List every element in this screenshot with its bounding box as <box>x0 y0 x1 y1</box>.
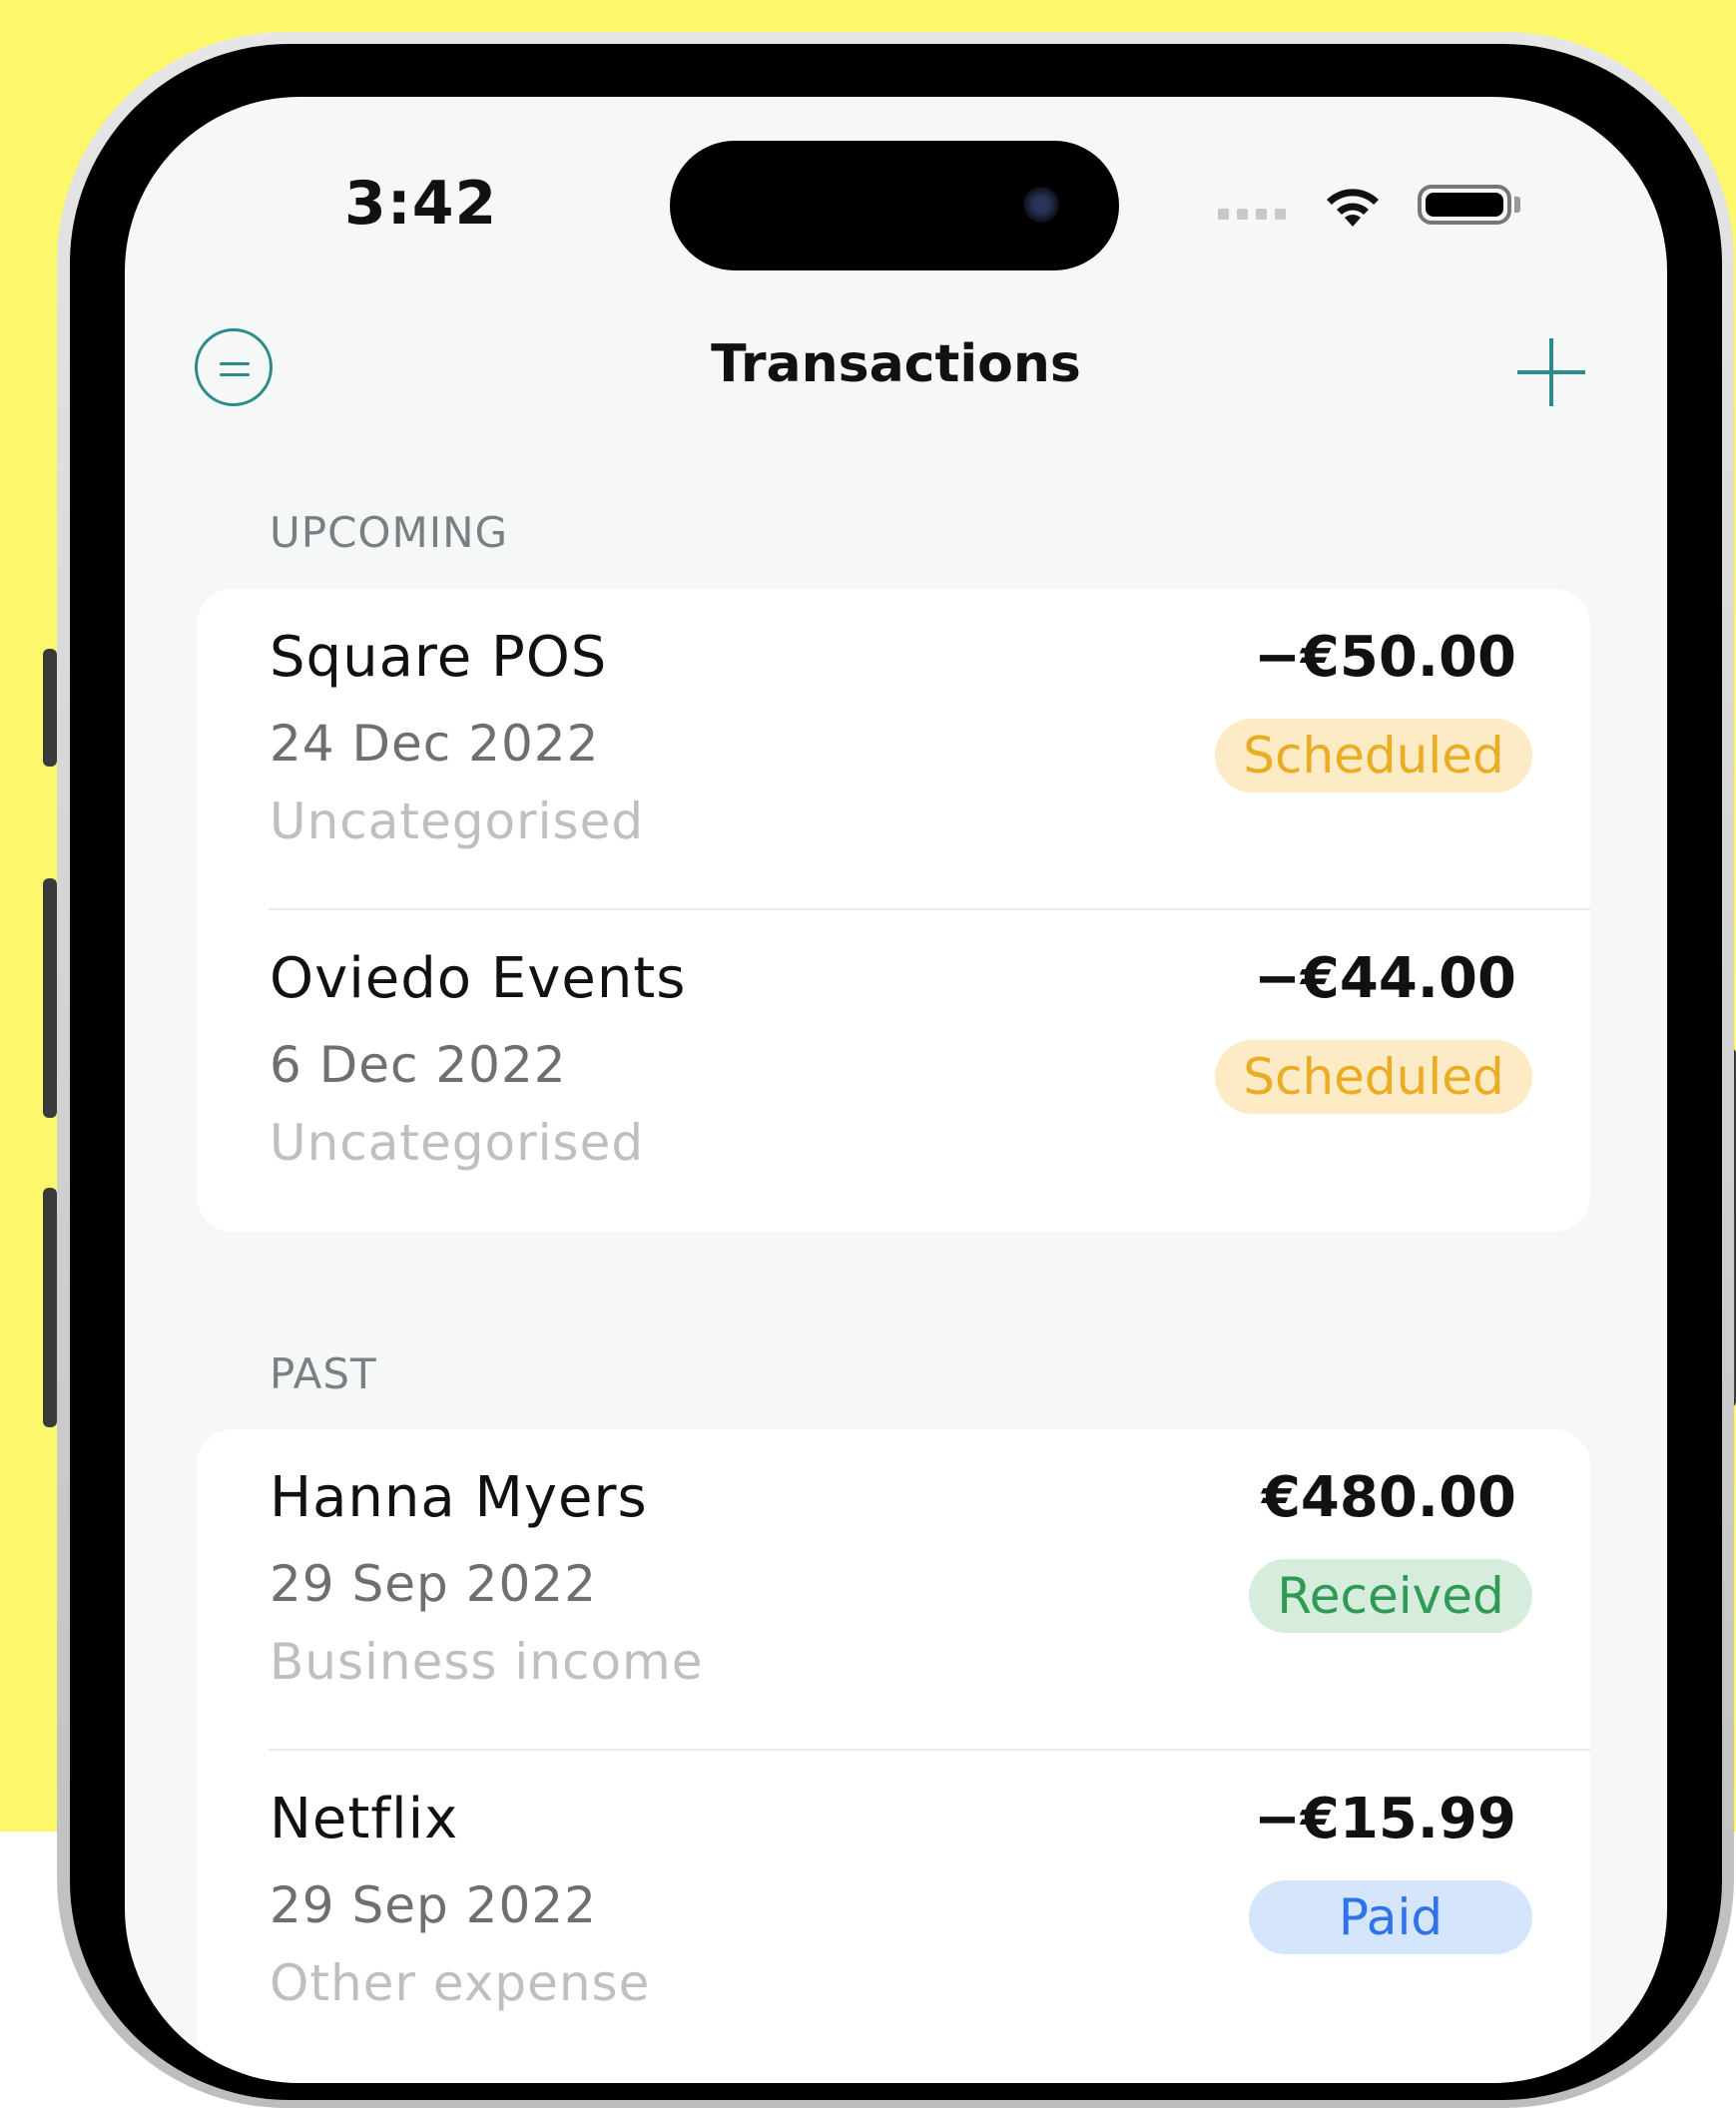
cellular-signal-icon <box>1218 209 1286 220</box>
status-bar-time: 3:42 <box>344 169 498 239</box>
status-badge: Scheduled <box>1215 719 1532 792</box>
battery-tip <box>1514 197 1520 213</box>
wifi-icon <box>1327 189 1379 227</box>
transaction-category: Other expense <box>270 1954 651 2012</box>
transaction-date: 29 Sep 2022 <box>270 1555 597 1613</box>
transaction-row[interactable]: Netflix 29 Sep 2022 Other expense −€15.9… <box>197 1751 1590 2072</box>
phone-volume-up-button <box>43 878 57 1118</box>
transaction-amount: −€44.00 <box>1253 946 1516 1011</box>
transaction-amount: −€50.00 <box>1253 625 1516 690</box>
transaction-amount: €480.00 <box>1261 1465 1516 1530</box>
upcoming-transactions-card: Square POS 24 Dec 2022 Uncategorised −€5… <box>197 589 1590 1232</box>
transaction-name: Oviedo Events <box>270 946 687 1011</box>
phone-screen: 3:42 Transactions UPCOMING Square POS 24… <box>125 97 1667 2083</box>
transaction-amount: −€15.99 <box>1253 1787 1516 1851</box>
transaction-name: Hanna Myers <box>270 1465 648 1530</box>
transaction-date: 6 Dec 2022 <box>270 1036 567 1094</box>
transaction-category: Business income <box>270 1633 704 1691</box>
dynamic-island <box>670 141 1119 270</box>
battery-icon <box>1418 185 1511 225</box>
transaction-date: 24 Dec 2022 <box>270 715 600 773</box>
transaction-category: Uncategorised <box>270 1114 645 1172</box>
front-camera-icon <box>1023 187 1059 223</box>
transaction-row[interactable]: Hanna Myers 29 Sep 2022 Business income … <box>197 1429 1590 1751</box>
past-transactions-card: Hanna Myers 29 Sep 2022 Business income … <box>197 1429 1590 2083</box>
page-title: Transactions <box>711 334 1081 394</box>
transaction-row[interactable]: Oviedo Events 6 Dec 2022 Uncategorised −… <box>197 910 1590 1232</box>
section-header-upcoming: UPCOMING <box>270 508 509 557</box>
phone-volume-down-button <box>43 1188 57 1427</box>
section-header-past: PAST <box>270 1349 377 1398</box>
status-badge: Received <box>1249 1559 1532 1633</box>
phone-action-button <box>43 649 57 767</box>
status-badge: Paid <box>1249 1880 1532 1954</box>
add-transaction-button[interactable] <box>1517 338 1585 406</box>
status-badge: Scheduled <box>1215 1040 1532 1114</box>
transaction-row[interactable]: Square POS 24 Dec 2022 Uncategorised −€5… <box>197 589 1590 910</box>
transaction-date: 29 Sep 2022 <box>270 1876 597 1934</box>
transaction-name: Square POS <box>270 625 608 690</box>
transaction-name: Netflix <box>270 1787 459 1851</box>
transaction-category: Uncategorised <box>270 792 645 850</box>
